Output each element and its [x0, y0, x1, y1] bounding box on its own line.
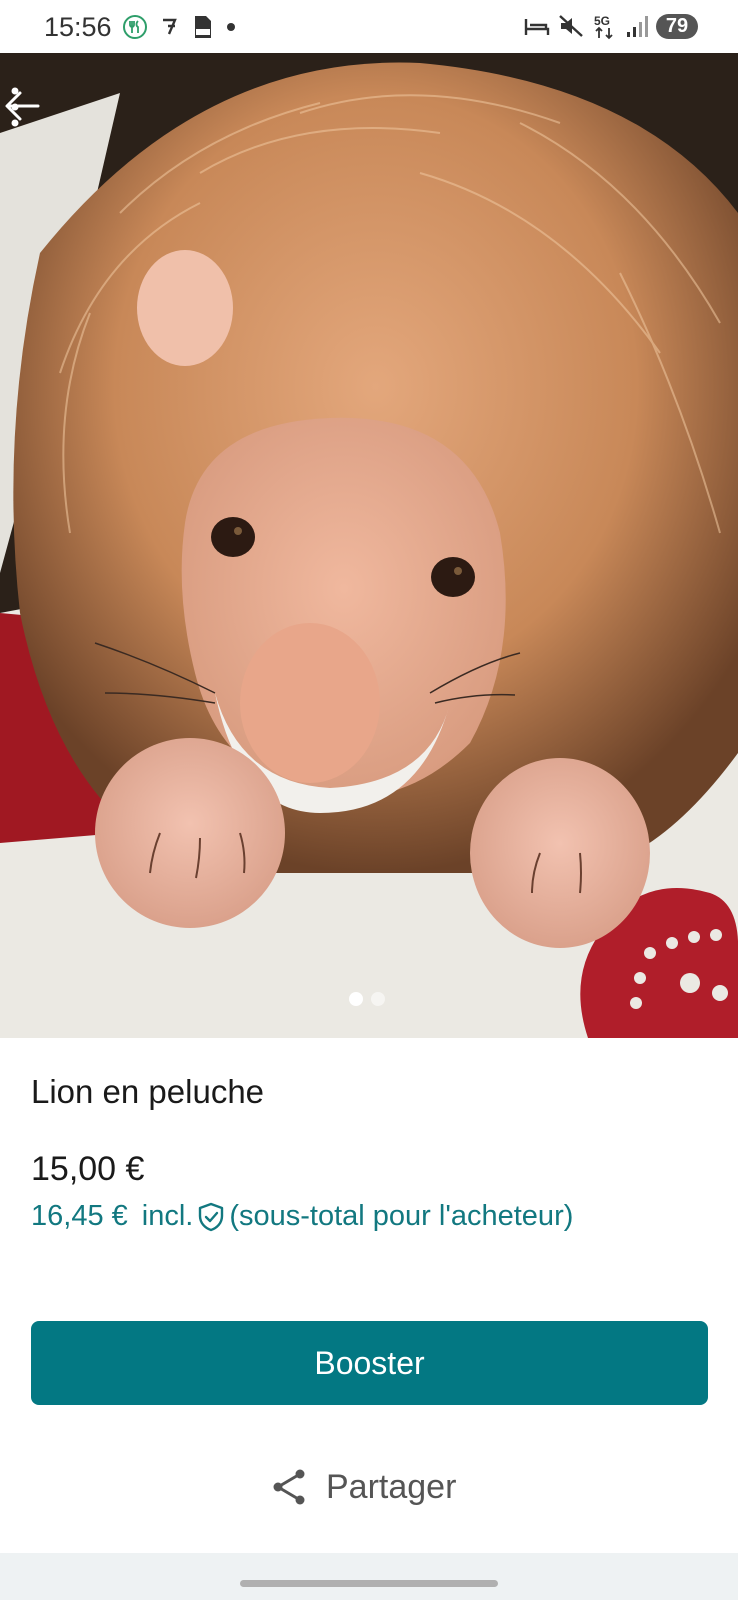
svg-text:5G: 5G	[594, 14, 610, 28]
share-label: Partager	[326, 1467, 457, 1506]
signal-icon	[627, 16, 648, 37]
buyer-protection-shield-icon	[199, 1202, 224, 1231]
booster-button-label: Booster	[314, 1344, 425, 1381]
dot-icon	[227, 23, 235, 31]
buyer-price: 16,45 €	[31, 1200, 128, 1232]
share-icon	[273, 1469, 305, 1505]
buyer-note: (sous-total pour l'acheteur)	[229, 1200, 574, 1232]
pdf-icon	[195, 16, 211, 38]
pagination-dot[interactable]	[371, 992, 385, 1006]
pagination-dot-active[interactable]	[349, 992, 363, 1006]
buyer-price-line[interactable]: 16,45 € incl. (sous-total pour l'acheteu…	[31, 1200, 573, 1233]
booster-button[interactable]: Booster	[31, 1321, 708, 1405]
5g-icon: 5G	[594, 14, 613, 40]
status-right-icons: 5G 79	[524, 12, 698, 40]
bed-icon	[524, 19, 550, 35]
battery-icon: 79	[656, 13, 698, 39]
status-time: 15:56	[44, 12, 112, 42]
listing-price: 15,00 €	[31, 1150, 145, 1188]
restaurant-icon	[123, 15, 147, 39]
status-left-icons	[122, 14, 236, 40]
mute-icon	[559, 15, 583, 37]
more-options-icon[interactable]	[0, 83, 30, 131]
listing-title: Lion en peluche	[31, 1073, 265, 1110]
bottom-strip	[0, 1553, 738, 1600]
share-button[interactable]: Partager	[270, 1467, 456, 1507]
gallery-pagination	[349, 992, 385, 1006]
lion-plush-image	[0, 53, 738, 1038]
status-bar: 15:56 5G 79	[0, 0, 738, 53]
app-icon	[163, 18, 177, 35]
home-indicator[interactable]	[240, 1580, 498, 1587]
incl-label: incl.	[141, 1200, 194, 1232]
product-photo[interactable]	[0, 53, 738, 1038]
